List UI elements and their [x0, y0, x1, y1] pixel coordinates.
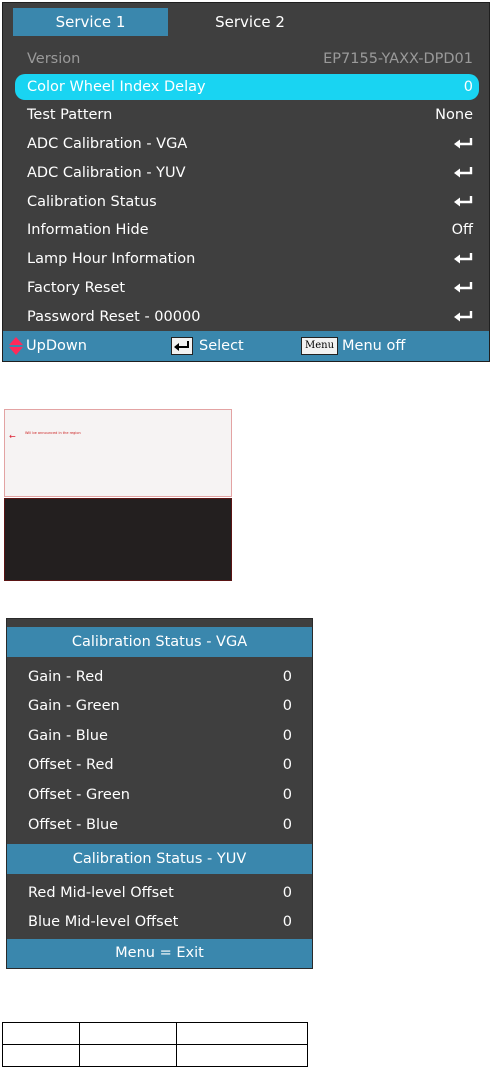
- menu-item-label: ADC Calibration - VGA: [27, 136, 188, 152]
- menu-item-label: Password Reset - 00000: [27, 309, 201, 325]
- table-row: [2, 1044, 308, 1067]
- thumbnail-caption: Will be announced in the region: [25, 431, 81, 435]
- footer-select: Select: [171, 331, 244, 361]
- enter-icon: [453, 131, 473, 157]
- service-menu-footer: UpDown Select Menu Menu off: [3, 331, 489, 361]
- calibration-label: Offset - Green: [28, 787, 130, 803]
- menu-item-label: Factory Reset: [27, 280, 126, 296]
- thumbnail-light-area: ← Will be announced in the region: [4, 409, 232, 497]
- calibration-value: 0: [282, 728, 292, 744]
- table-cell: [2, 1022, 80, 1045]
- menu-item-lamp-hour-information[interactable]: Lamp Hour Information: [15, 246, 479, 272]
- menu-item-label: Lamp Hour Information: [27, 251, 196, 267]
- calibration-status-panel: Calibration Status - VGA Gain - Red 0 Ga…: [6, 618, 313, 969]
- menu-item-calibration-status[interactable]: Calibration Status: [15, 189, 479, 215]
- version-value: EP7155-YAXX-DPD01: [323, 51, 473, 67]
- calibration-row: Gain - Red 0: [7, 664, 312, 690]
- calibration-row: Gain - Green 0: [7, 693, 312, 719]
- menu-item-adc-calibration-yuv[interactable]: ADC Calibration - YUV: [15, 160, 479, 186]
- red-arrow-icon: ←: [9, 432, 16, 441]
- enter-icon: [453, 246, 473, 272]
- calibration-label: Gain - Blue: [28, 728, 108, 744]
- calibration-value: 0: [282, 885, 292, 901]
- yuv-section-title: Calibration Status - YUV: [7, 844, 312, 874]
- footer-menu-off-label: Menu off: [342, 338, 406, 354]
- menu-item-version: Version EP7155-YAXX-DPD01: [15, 46, 479, 72]
- information-hide-value: Off: [451, 222, 473, 238]
- calibration-row: Offset - Blue 0: [7, 812, 312, 838]
- enter-key-icon: [171, 337, 193, 355]
- menu-item-factory-reset[interactable]: Factory Reset: [15, 275, 479, 301]
- tab-service-2[interactable]: Service 2: [175, 8, 325, 36]
- menu-item-label: Test Pattern: [27, 107, 113, 123]
- service-tab-bar: Service 1 Service 2: [3, 3, 489, 40]
- vga-section-title: Calibration Status - VGA: [7, 627, 312, 657]
- enter-icon: [453, 160, 473, 186]
- menu-item-color-wheel-index-delay[interactable]: Color Wheel Index Delay 0: [15, 74, 479, 100]
- footer-select-label: Select: [199, 338, 244, 354]
- calibration-value: 0: [282, 787, 292, 803]
- test-pattern-thumbnail: ← Will be announced in the region: [4, 409, 232, 581]
- tab-service-1[interactable]: Service 1: [13, 8, 168, 36]
- enter-icon: [453, 189, 473, 215]
- table-cell: [2, 1044, 80, 1067]
- calibration-value: 0: [282, 757, 292, 773]
- footer-menu-off: Menu Menu off: [301, 331, 405, 361]
- calibration-value: 0: [282, 698, 292, 714]
- calibration-value: 0: [282, 817, 292, 833]
- calibration-label: Gain - Red: [28, 669, 104, 685]
- table-cell: [176, 1022, 308, 1045]
- menu-item-label: Information Hide: [27, 222, 149, 238]
- calibration-value: 0: [282, 669, 292, 685]
- menu-key-icon: Menu: [301, 337, 339, 355]
- calibration-row: Offset - Green 0: [7, 782, 312, 808]
- blank-table: [2, 1022, 308, 1067]
- menu-item-test-pattern[interactable]: Test Pattern None: [15, 102, 479, 128]
- updown-arrow-icon: [9, 337, 23, 355]
- calibration-label: Blue Mid-level Offset: [28, 914, 179, 930]
- table-cell: [79, 1022, 177, 1045]
- calibration-row: Offset - Red 0: [7, 752, 312, 778]
- table-row: [2, 1022, 308, 1045]
- calibration-label: Gain - Green: [28, 698, 120, 714]
- menu-item-information-hide[interactable]: Information Hide Off: [15, 217, 479, 243]
- calibration-row: Gain - Blue 0: [7, 723, 312, 749]
- menu-item-label: ADC Calibration - YUV: [27, 165, 186, 181]
- exit-hint: Menu = Exit: [7, 939, 312, 968]
- table-cell: [79, 1044, 177, 1067]
- menu-item-adc-calibration-vga[interactable]: ADC Calibration - VGA: [15, 131, 479, 157]
- thumbnail-dark-area: [4, 498, 232, 581]
- menu-item-label: Color Wheel Index Delay: [27, 79, 206, 95]
- table-cell: [176, 1044, 308, 1067]
- color-wheel-index-delay-value: 0: [463, 79, 473, 95]
- enter-icon: [453, 275, 473, 301]
- service-menu: Service 1 Service 2 Version EP7155-YAXX-…: [2, 2, 490, 362]
- calibration-value: 0: [282, 914, 292, 930]
- calibration-row: Blue Mid-level Offset 0: [7, 909, 312, 935]
- calibration-label: Red Mid-level Offset: [28, 885, 174, 901]
- calibration-label: Offset - Red: [28, 757, 114, 773]
- menu-item-password-reset[interactable]: Password Reset - 00000: [15, 304, 479, 330]
- test-pattern-value: None: [435, 107, 473, 123]
- menu-item-label: Calibration Status: [27, 194, 157, 210]
- menu-item-label: Version: [27, 51, 81, 67]
- footer-updown: UpDown: [9, 331, 87, 361]
- calibration-label: Offset - Blue: [28, 817, 119, 833]
- enter-icon: [453, 304, 473, 330]
- footer-updown-label: UpDown: [26, 338, 87, 354]
- calibration-row: Red Mid-level Offset 0: [7, 880, 312, 906]
